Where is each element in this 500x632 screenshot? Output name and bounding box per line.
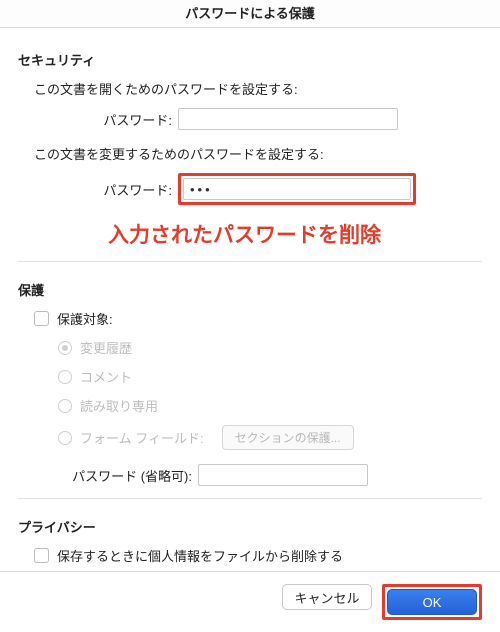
radio-comments: コメント [58, 367, 482, 386]
radio-readonly: 読み取り専用 [58, 396, 482, 415]
privacy-remove-info-label: 保存するときに個人情報をファイルから削除する [57, 546, 343, 565]
protect-sections-button: セクションの保護... [222, 425, 354, 450]
modify-password-input[interactable] [183, 178, 411, 200]
cancel-button[interactable]: キャンセル [282, 584, 372, 610]
ok-button[interactable]: OK [387, 589, 477, 615]
password-optional-label: パスワード (省略可): [18, 466, 198, 485]
radio-forms: フォーム フィールド: セクションの保護... [58, 425, 482, 450]
annotation-text: 入力されたパスワードを削除 [108, 219, 482, 249]
radio-icon [58, 341, 72, 355]
protection-section-title: 保護 [18, 280, 482, 299]
protect-target-checkbox[interactable] [34, 311, 49, 326]
modify-password-highlight [178, 173, 416, 205]
radio-changes: 変更履歴 [58, 338, 482, 357]
privacy-section-title: プライバシー [18, 517, 482, 536]
protect-target-label: 保護対象: [57, 309, 113, 328]
open-password-input[interactable] [178, 108, 398, 130]
privacy-remove-info-checkbox[interactable] [34, 548, 49, 563]
dialog-footer: キャンセル OK [0, 571, 500, 632]
open-password-description: この文書を開くためのパスワードを設定する: [34, 79, 482, 98]
divider [18, 261, 482, 262]
ok-button-highlight: OK [382, 584, 482, 620]
security-section-title: セキュリティ [18, 50, 482, 69]
radio-icon [58, 399, 72, 413]
divider [18, 498, 482, 499]
radio-icon [58, 370, 72, 384]
modify-password-description: この文書を変更するためのパスワードを設定する: [34, 144, 482, 163]
protect-radio-group: 変更履歴 コメント 読み取り専用 フォーム フィールド: セクションの保護... [18, 338, 482, 450]
password-optional-input [198, 464, 368, 486]
dialog-content: セキュリティ この文書を開くためのパスワードを設定する: パスワード: この文書… [0, 28, 500, 565]
dialog-title: パスワードによる保護 [0, 0, 500, 28]
open-password-label: パスワード: [18, 110, 178, 129]
radio-icon [58, 431, 72, 445]
modify-password-label: パスワード: [18, 180, 178, 199]
